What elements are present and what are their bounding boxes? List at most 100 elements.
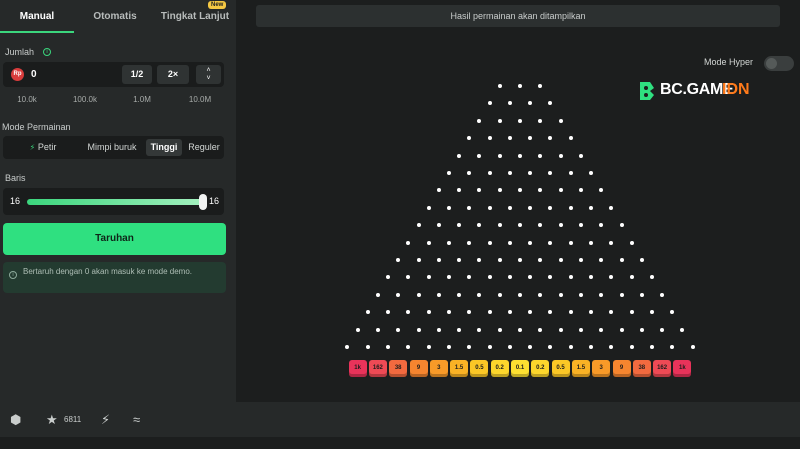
peg: [538, 84, 543, 88]
peg: [578, 188, 583, 193]
peg: [487, 171, 492, 175]
peg: [629, 240, 634, 245]
peg: [548, 240, 553, 245]
settings-icon[interactable]: ⬢: [10, 410, 21, 430]
peg: [528, 171, 533, 175]
bottom-toolbar: ⬢ ★ 6811 ⚡ ≈: [0, 402, 800, 437]
peg: [436, 258, 441, 262]
peg: [406, 345, 411, 349]
peg: [578, 327, 583, 332]
mode-petir[interactable]: ⚡ Petir: [23, 139, 63, 156]
peg: [477, 188, 482, 193]
mode-reguler[interactable]: Reguler: [185, 139, 223, 156]
peg: [558, 258, 563, 262]
peg: [487, 101, 492, 106]
half-button[interactable]: 1/2: [122, 65, 152, 84]
peg: [568, 171, 573, 175]
peg: [497, 118, 502, 123]
peg: [518, 292, 522, 297]
peg: [609, 275, 614, 280]
peg: [477, 153, 482, 158]
tab-manual[interactable]: Manual: [0, 0, 74, 33]
rows-min-value: 16: [10, 196, 21, 206]
peg: [589, 171, 594, 175]
multiplier-bucket: 3: [592, 360, 611, 377]
rows-slider-fill: [27, 199, 203, 205]
peg: [619, 223, 624, 228]
peg: [589, 240, 594, 245]
amount-field[interactable]: Rp 0 1/2 2× ˄ ˅: [3, 62, 224, 87]
demo-notice: i Bertaruh dengan 0 akan masuk ke mode d…: [3, 262, 226, 293]
peg: [497, 223, 502, 228]
multiplier-bucket: 0.5: [470, 360, 489, 377]
peg: [670, 310, 675, 315]
peg: [589, 205, 594, 210]
peg: [487, 275, 492, 280]
amount-stepper[interactable]: ˄ ˅: [196, 65, 221, 84]
quick-amount-1m[interactable]: 1.0M: [124, 95, 160, 104]
peg: [457, 258, 462, 262]
peg: [436, 223, 441, 228]
peg: [568, 136, 573, 141]
game-mode-selector: ⚡ Petir Mimpi buruk Tinggi Reguler: [3, 136, 224, 159]
peg: [416, 223, 421, 228]
lightning-icon[interactable]: ⚡: [101, 410, 110, 430]
peg: [477, 258, 482, 262]
quick-amount-10m[interactable]: 10.0M: [180, 95, 220, 104]
peg: [660, 327, 665, 332]
rows-field: 16 16: [3, 188, 224, 215]
rows-slider-handle[interactable]: [199, 194, 207, 210]
peg: [528, 136, 533, 141]
star-icon[interactable]: ★: [46, 410, 58, 430]
peg: [578, 258, 583, 262]
quick-amount-10k[interactable]: 10.0k: [8, 95, 46, 104]
peg: [446, 345, 451, 349]
peg: [375, 327, 380, 332]
peg: [518, 153, 522, 158]
peg: [457, 327, 462, 332]
multiplier-bucket: 3: [429, 360, 448, 377]
plinko-board: Hasil permainan akan ditampilkan Mode Hy…: [236, 0, 800, 402]
peg: [497, 153, 502, 158]
hyper-mode-toggle[interactable]: [764, 56, 794, 71]
multiplier-bucket: 1k: [673, 360, 692, 377]
active-tab-indicator: [0, 31, 74, 33]
amount-label: Jumlah: [5, 47, 35, 57]
rows-max-value: 16: [209, 196, 220, 206]
peg: [507, 101, 512, 106]
peg: [446, 310, 451, 315]
rows-slider[interactable]: [27, 194, 207, 210]
multiplier-bucket: 1k: [348, 360, 367, 377]
peg: [467, 205, 472, 210]
peg: [558, 327, 563, 332]
bet-button[interactable]: Taruhan: [3, 223, 226, 255]
peg: [386, 275, 391, 280]
peg: [548, 101, 553, 106]
chevron-down-icon[interactable]: ˅: [196, 74, 221, 83]
peg: [538, 118, 543, 123]
double-button[interactable]: 2×: [157, 65, 189, 84]
peg: [639, 258, 644, 262]
mode-petir-label: Petir: [37, 142, 57, 152]
quick-amount-100k[interactable]: 100.0k: [62, 95, 108, 104]
peg: [446, 205, 451, 210]
mode-mimpi-buruk[interactable]: Mimpi buruk: [82, 139, 142, 156]
peg: [507, 205, 512, 210]
peg: [649, 345, 654, 349]
peg: [416, 327, 421, 332]
peg: [558, 188, 563, 193]
peg: [518, 223, 522, 228]
peg: [507, 171, 512, 175]
mode-tinggi[interactable]: Tinggi: [146, 139, 182, 156]
amount-input[interactable]: 0: [31, 62, 37, 87]
fairness-icon[interactable]: ≈: [133, 410, 140, 430]
peg: [406, 275, 411, 280]
multiplier-bucket: 162: [653, 360, 672, 377]
hyper-mode-label: Mode Hyper: [704, 57, 754, 67]
tab-otomatis[interactable]: Otomatis: [78, 0, 152, 33]
peg: [497, 84, 502, 88]
peg: [528, 101, 533, 106]
info-icon[interactable]: i: [43, 48, 51, 56]
currency-icon: Rp: [11, 68, 24, 81]
control-panel: Manual Otomatis Tingkat Lanjut New Jumla…: [0, 0, 236, 402]
